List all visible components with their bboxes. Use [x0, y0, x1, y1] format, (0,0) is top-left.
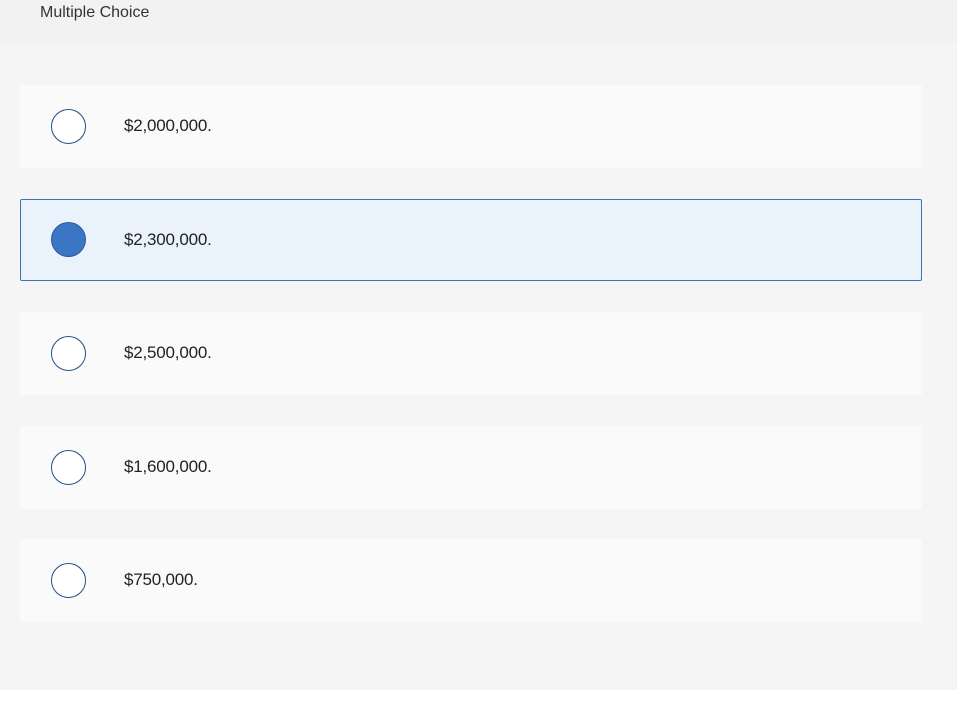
- radio-button-icon[interactable]: [51, 450, 86, 485]
- choice-option-4[interactable]: $1,600,000.: [20, 426, 922, 509]
- choice-option-5[interactable]: $750,000.: [20, 539, 922, 622]
- radio-button-icon[interactable]: [51, 109, 86, 144]
- choice-label: $2,300,000.: [124, 230, 212, 249]
- radio-button-icon[interactable]: [51, 336, 86, 371]
- question-header: Multiple Choice: [0, 0, 957, 45]
- radio-button-icon[interactable]: [51, 563, 86, 598]
- question-type-label: Multiple Choice: [40, 4, 150, 21]
- choice-label: $2,500,000.: [124, 343, 212, 362]
- choice-label: $750,000.: [124, 570, 198, 589]
- choice-option-3[interactable]: $2,500,000.: [20, 312, 922, 395]
- choice-label: $1,600,000.: [124, 457, 212, 476]
- choice-option-1[interactable]: $2,000,000.: [20, 85, 922, 168]
- choice-label: $2,000,000.: [124, 116, 212, 135]
- radio-button-selected-icon[interactable]: [51, 222, 86, 257]
- answer-choices: $2,000,000. $2,300,000. $2,500,000. $1,6…: [0, 45, 957, 690]
- choice-option-2[interactable]: $2,300,000.: [20, 199, 922, 281]
